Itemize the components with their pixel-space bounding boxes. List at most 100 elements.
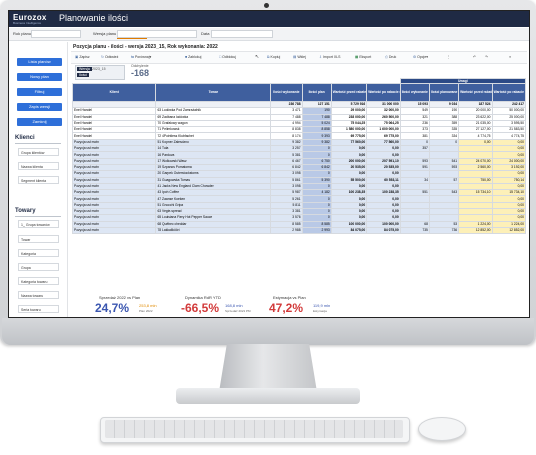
print-icon: ⎙ [385,55,388,59]
sidebar-button-filter[interactable]: Filtruj [17,88,62,96]
filter-product[interactable]: Towar [18,235,59,243]
kpi-reference-value: 119,9 mln [313,303,331,308]
table-cell: 12 852,00 [458,226,493,235]
table-cell: 12 852,00 [491,226,527,235]
column-header[interactable]: Wartość przed rabatem [458,83,493,102]
toolbar-button-compare[interactable]: ⇆Porównaj▾ [129,53,153,62]
column-header[interactable]: Wartość po rabacie [491,83,527,102]
kpi-tile: Estymacja vs Plan 47,2% 119,9 mln Estymacja [269,295,353,317]
column-header[interactable]: Towar [155,83,272,102]
filter-client-segment[interactable]: Segment klienta [18,176,59,184]
save-icon: ▣ [75,55,79,59]
undo-icon: ↶ [473,55,476,59]
kpi-value: 47,2% [269,301,304,315]
kpi-tile: Dynamika RdR YTD -66,5% 168,8 mln Sprzedaż … [181,295,265,317]
kpi-tile: Sprzedaż 2022 vs Plan 24,7% 253,8 mln Plan … [95,295,179,317]
app-title: Planowanie ilości [59,13,129,23]
version-label: Wersja [77,67,92,71]
filter-version-field[interactable] [117,30,197,38]
toolbar-label: Odblokuj [222,55,236,59]
toolbar-button-copy[interactable]: ⧉Kopiuj [265,53,282,62]
sidebar-button-close[interactable]: Zamknij [17,118,62,126]
column-header[interactable]: Ilości planowane [428,83,460,102]
kpi-reference-value: 168,8 mln [225,303,243,308]
filter-category[interactable]: Kategoria [18,249,59,257]
menu-icon: ≡ [509,55,512,59]
toolbar-button-unlock[interactable]: □Odblokuj [217,53,238,62]
camera-dot [264,3,269,8]
more-icon: ⋮ [447,55,451,59]
refresh-icon: ↻ [101,55,104,59]
main-content: Pozycja planu - ilości - wersja 2023_15,… [69,42,529,317]
column-header[interactable]: Ilości wykonanie [270,83,303,102]
sidebar-section-products: Towary [15,208,36,214]
filter-product-category[interactable]: Kategoria towaru [18,277,59,285]
toolbar-button-undo[interactable]: ↶ [471,53,478,62]
toolbar-button-import[interactable]: ⇩Import XLS [317,53,342,62]
filter-product-name[interactable]: Nazwa towaru [18,291,59,299]
filter-label-year: Rok planu [13,31,32,36]
toolbar-label: Opcje [417,55,427,59]
toolbar-label: Druk [388,55,397,59]
kpi-reference-value: 253,8 mln [139,303,157,308]
kpi-value: -66,5% [181,301,220,315]
filter-label-date: Data [201,31,210,36]
toolbar-button-cursor[interactable]: ↖ [253,53,261,62]
copy-icon: ⧉ [267,55,270,59]
kpi-caption: Estymacja vs Plan [273,295,306,300]
sidebar-button-new-plan[interactable]: Nowy plan [17,73,62,81]
toolbar-button-redo[interactable]: ↷ [483,53,490,62]
table-cell: 2 988 [270,226,303,235]
column-header[interactable]: Ilości wykonanie [399,83,430,102]
filter-client-name[interactable]: Nazwa klienta [18,162,59,170]
filter-product-group[interactable]: 1_ Grupa towarów [18,220,59,228]
toolbar-button-more[interactable]: ⋮ [445,53,453,62]
toolbar-button-refresh[interactable]: ↻Odśwież [99,53,120,62]
toolbar-button-lock[interactable]: ■Zablokuj [183,53,203,62]
table-cell: 84 075,00 [330,226,368,235]
toolbar: ▣Zapisz ↻Odśwież ⇆Porównaj▾ ■Zablokuj □O… [71,51,527,64]
filter-client-group[interactable]: Grupa klientów [18,148,59,156]
toolbar-button-options[interactable]: ⚙Opcje▾ [411,53,430,62]
column-header[interactable]: Ilości plan [301,83,332,102]
kpi-reference-label: Plan 2022 [139,309,153,313]
lock-icon: ■ [185,55,188,59]
toolbar-button-menu[interactable]: ≡ [507,53,513,62]
cursor-icon: ↖ [255,54,260,60]
version-value[interactable]: 2023_15 [92,67,106,71]
toolbar-button-export[interactable]: ▦Eksport [353,53,373,62]
filter-group[interactable]: Grupa [18,263,59,271]
sidebar: Lista planów Nowy plan Filtruj Zapis wer… [9,42,68,317]
version-type-tag: Ilości [77,73,89,77]
toolbar-label: Porównaj [134,55,150,59]
sidebar-button-plan-list[interactable]: Lista planów [17,58,62,66]
kpi-caption: Sprzedaż 2022 vs Plan [99,295,141,300]
table-row[interactable]: Pozycja usł motn 78 Lakkalikööri 2 988 2 99… [71,226,527,235]
table-cell[interactable]: 736 [428,226,460,235]
column-header[interactable]: Wartość przed rabatem razem [330,83,368,102]
mouse [418,417,466,441]
filter-version-indicator [117,38,147,39]
column-header[interactable]: Wartość po rabacie razem [366,83,401,102]
toolbar-label: Kopiuj [270,55,281,59]
filter-product-series[interactable]: Seria towaru [18,305,59,313]
sidebar-section-clients: Klienci [15,135,35,141]
filter-date-field[interactable] [211,30,273,38]
toolbar-label: Odśwież [104,55,119,59]
column-header[interactable]: Klient [71,83,157,102]
toolbar-button-paste[interactable]: ▤Wklej [291,53,308,62]
deviation-value: -168 [131,68,150,78]
toolbar-button-print[interactable]: ⎙Druk [383,53,398,62]
filter-bar: Rok planu Wersja planu Data [9,28,529,41]
toolbar-label: Zapisz [79,55,90,59]
unlock-icon: □ [219,55,222,59]
gear-icon: ⚙ [413,55,417,59]
chevron-down-icon: ▾ [149,55,152,59]
sidebar-divider [15,216,61,217]
table-cell[interactable]: 2 993 [301,226,332,235]
toolbar-button-save[interactable]: ▣Zapisz [73,53,92,62]
import-icon: ⇩ [319,55,322,59]
sidebar-button-save-version[interactable]: Zapis wersji [17,103,62,111]
app-titlebar: Eurozox Business Intelligence Planowanie… [9,11,529,27]
filter-year-field[interactable] [31,30,81,38]
